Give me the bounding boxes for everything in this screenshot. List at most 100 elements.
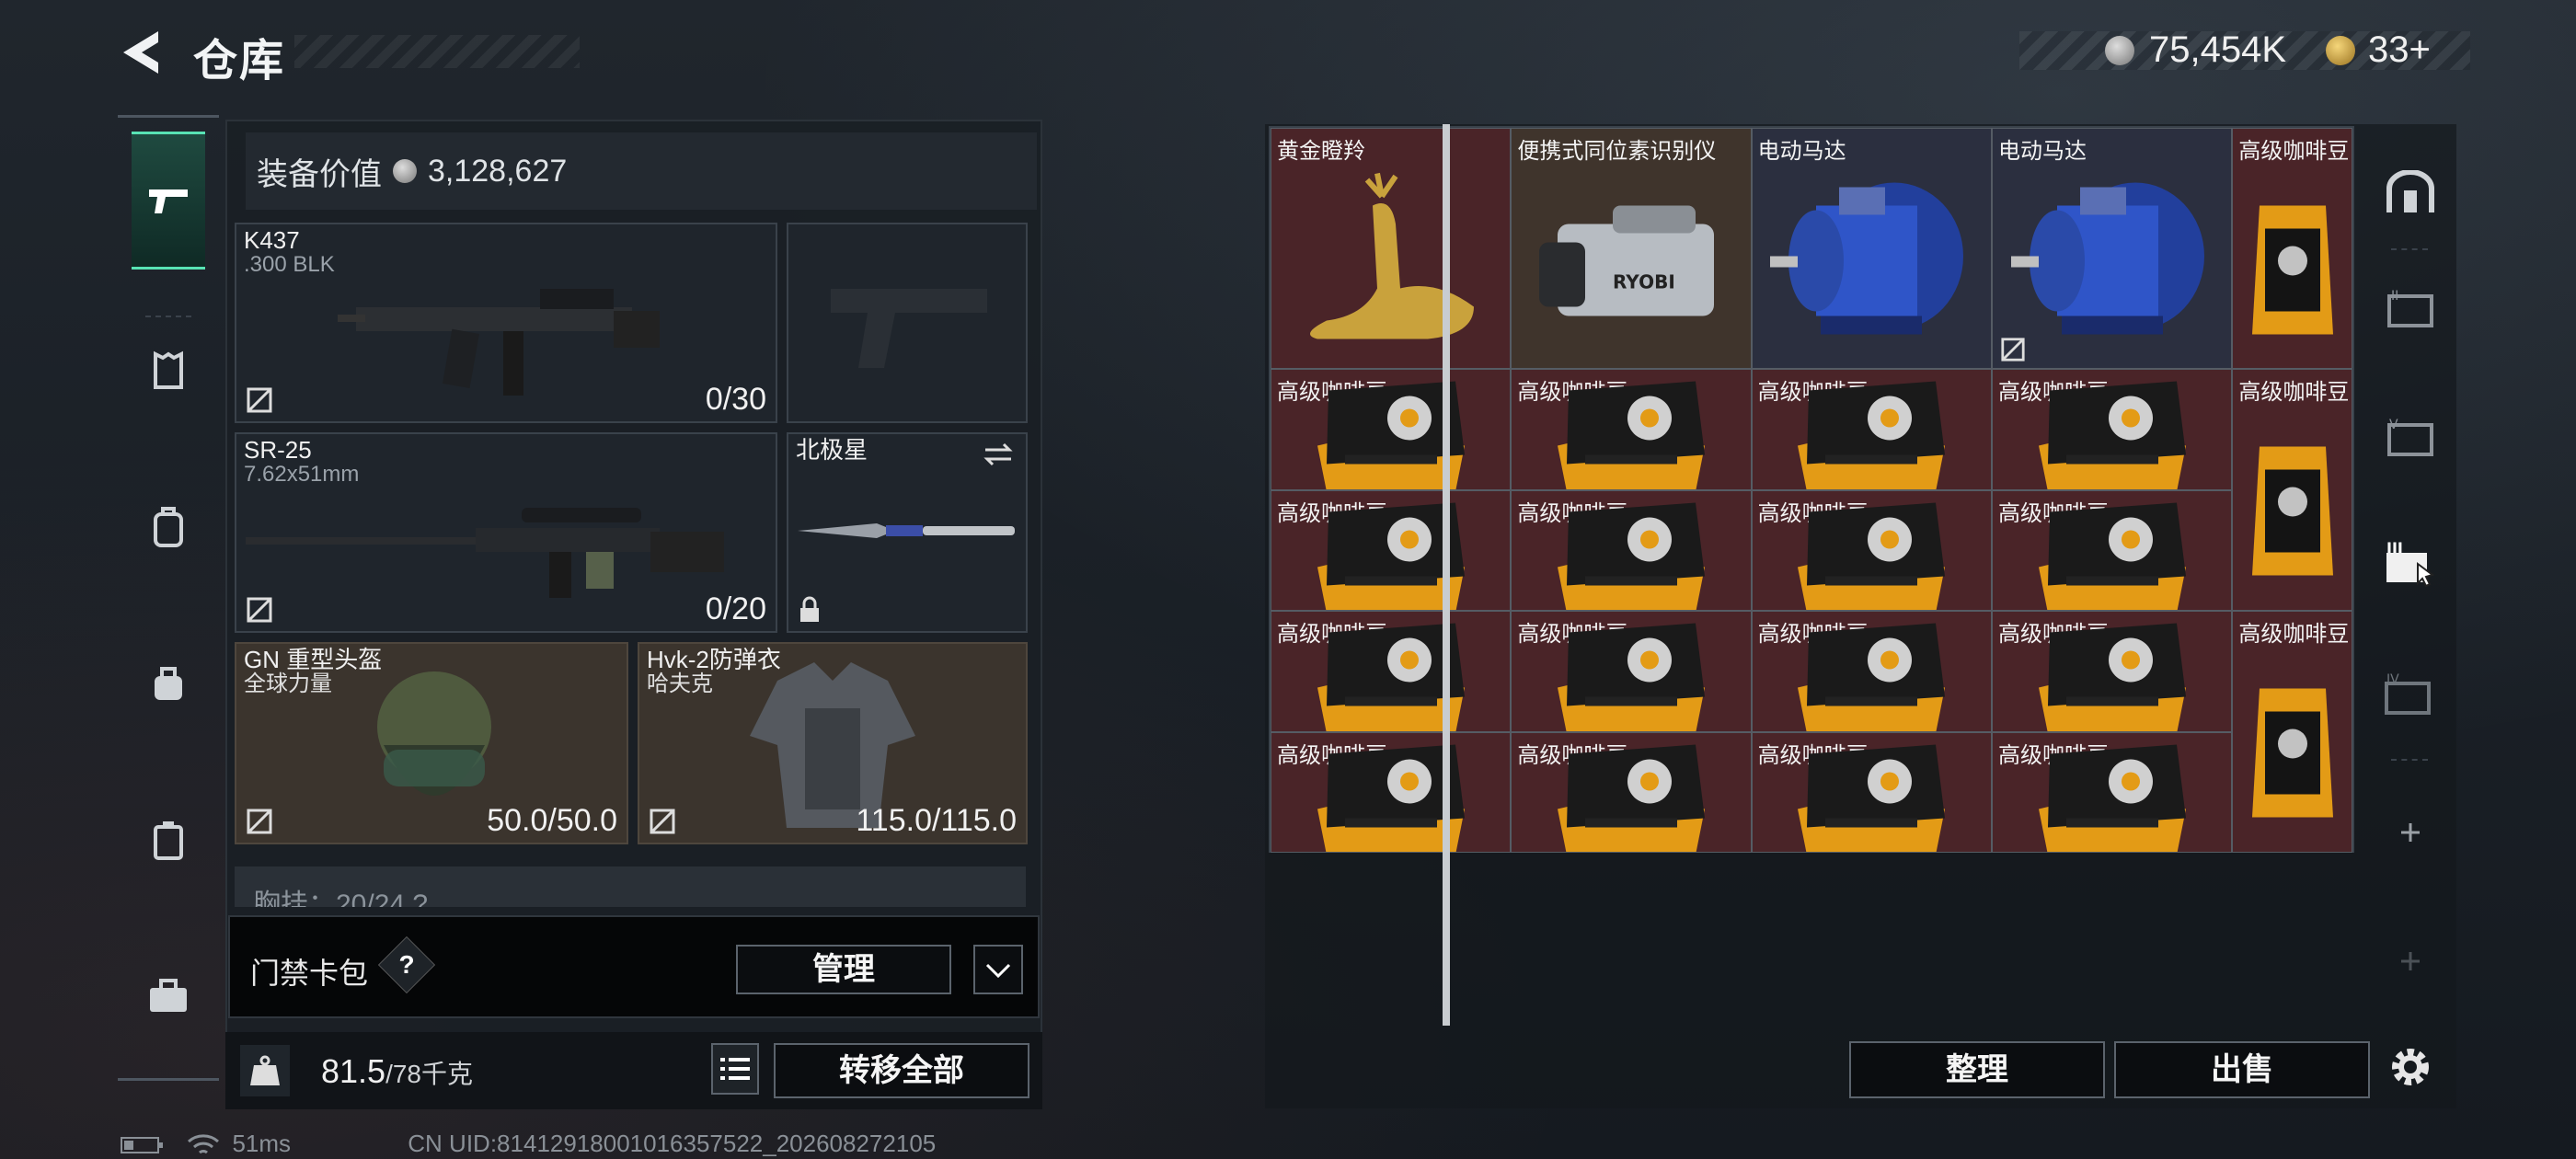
help-icon[interactable]: ? (377, 935, 436, 994)
nav-toolbox[interactable] (132, 927, 205, 1065)
item-image (1290, 168, 1492, 366)
item-image (2030, 493, 2195, 611)
equipment-value: 装备价值 3,128,627 (246, 132, 1037, 210)
item-image (2247, 187, 2339, 348)
item-image (2030, 735, 2195, 853)
transfer-all-button[interactable]: 转移全部 (774, 1043, 1029, 1098)
item-name: 高级咖啡豆 (2238, 139, 2350, 164)
item-name: 便携式同位素识别仪 (1517, 139, 1717, 164)
tab-divider (2391, 248, 2428, 250)
item-image (1548, 614, 1714, 731)
stash-grid: 黄金瞪羚 便携式同位素识别仪 RYOBI 电动马达 电动马达 高级咖啡豆 高级咖啡豆 高级咖啡… (1269, 126, 2354, 853)
back-arrow-icon[interactable] (118, 28, 164, 77)
nav-case[interactable] (132, 771, 205, 909)
melee-slot[interactable]: 北极星 (787, 432, 1028, 633)
stash-item[interactable]: 高级咖啡豆 (1992, 369, 2233, 490)
title-decoration (294, 35, 580, 68)
tab-stash-3[interactable]: III (2378, 520, 2443, 612)
settings-button[interactable] (2378, 1021, 2443, 1113)
toolbox-icon (150, 979, 187, 1012)
stash-item[interactable]: 高级咖啡豆 (1271, 731, 1512, 853)
pistol-slot[interactable] (787, 223, 1028, 423)
manage-button[interactable]: 管理 (736, 945, 951, 994)
stash-item[interactable]: 黄金瞪羚 (1271, 128, 1512, 369)
stash-item[interactable]: 高级咖啡豆 (1751, 611, 1992, 732)
keycase-bar: 门禁卡包 ? 管理 (228, 915, 1040, 1018)
weight-icon (240, 1045, 290, 1096)
case-icon (154, 821, 183, 860)
nav-armor[interactable] (132, 302, 205, 440)
primary-weapon-slot[interactable]: K437 .300 BLK 0/30 (235, 223, 777, 423)
silver-amount: 75,454K (2149, 29, 2287, 70)
nav-weapons[interactable] (132, 132, 205, 270)
armor-slot[interactable]: Hvk-2防弹衣 哈夫克 115.0/115.0 (638, 642, 1028, 844)
weight-max: /78千克 (385, 1060, 474, 1088)
item-image (1788, 614, 1954, 731)
stash-item[interactable]: 高级咖啡豆 (2232, 369, 2352, 611)
tab-stash-5[interactable]: V (2378, 391, 2443, 483)
item-image (1548, 373, 1714, 489)
stash-item[interactable]: 便携式同位素识别仪 RYOBI (1511, 128, 1752, 369)
expand-button[interactable] (973, 945, 1023, 994)
pistol-silhouette-icon (831, 289, 987, 368)
vest-icon (154, 350, 183, 389)
stash-item[interactable]: 高级咖啡豆 (1511, 611, 1752, 732)
sort-button[interactable]: 整理 (1849, 1041, 2105, 1098)
helmet-name: GN 重型头盔 (244, 646, 383, 673)
item-name: 高级咖啡豆 (2238, 380, 2350, 405)
stash-item[interactable]: 高级咖啡豆 (1271, 489, 1512, 611)
item-name: 高级咖啡豆 (2238, 622, 2350, 647)
vault-icon (2386, 170, 2434, 212)
stash-item[interactable]: 高级咖啡豆 (1511, 731, 1752, 853)
help-mark: ? (398, 950, 415, 979)
stash-item[interactable]: 电动马达 (1751, 128, 1992, 369)
item-image (1548, 735, 1714, 853)
box-3-cursor-icon: III (2386, 540, 2435, 588)
stash-item[interactable]: 高级咖啡豆 (1751, 489, 1992, 611)
gold-coin-icon (2326, 36, 2355, 65)
stash-item[interactable]: 高级咖啡豆 (2232, 611, 2352, 853)
nav-pouch[interactable] (132, 614, 205, 752)
add-stash-button[interactable] (2378, 786, 2443, 878)
stash-item[interactable]: 高级咖啡豆 (1992, 731, 2233, 853)
armor-brand: 哈夫克 (647, 671, 713, 696)
add-stash-disabled (2378, 915, 2443, 1007)
status-bar: 51ms CN UID:81412918001016357522_2026082… (120, 1130, 936, 1158)
tab-stash-2[interactable]: II (2378, 262, 2443, 354)
stash-item[interactable]: 高级咖啡豆 (2232, 128, 2352, 369)
tab-stash-main[interactable] (2378, 147, 2443, 239)
tab-stash-4[interactable]: IV (2378, 648, 2443, 740)
swap-icon[interactable] (982, 442, 1015, 467)
chevron-down-icon (985, 963, 1011, 979)
stash-item[interactable]: 高级咖啡豆 (1751, 369, 1992, 490)
no-insure-icon (247, 809, 272, 834)
svg-text:II: II (2391, 289, 2398, 304)
stash-scrollbar[interactable] (1443, 124, 1450, 1026)
left-nav (118, 115, 219, 1081)
gold-amount[interactable]: 33+ (2368, 29, 2431, 71)
item-image (1788, 493, 1954, 611)
weapon-name: K437 (244, 226, 300, 254)
helmet-slot[interactable]: GN 重型头盔 全球力量 50.0/50.0 (235, 642, 628, 844)
stash-item[interactable]: 高级咖啡豆 (1511, 369, 1752, 490)
stash-item[interactable]: 高级咖啡豆 (1992, 489, 2233, 611)
sell-button[interactable]: 出售 (2114, 1041, 2370, 1098)
plus-icon (2401, 823, 2420, 842)
stash-item[interactable]: 高级咖啡豆 (1511, 489, 1752, 611)
scroll-thumb[interactable] (1443, 124, 1450, 1026)
stash-item[interactable]: 高级咖啡豆 (1751, 731, 1992, 853)
stash-item[interactable]: 高级咖啡豆 (1271, 611, 1512, 732)
helmet-durability: 50.0/50.0 (487, 803, 617, 838)
stash-item[interactable]: 高级咖啡豆 (1992, 611, 2233, 732)
stash-item[interactable]: 电动马达 (1992, 128, 2233, 369)
lock-icon (800, 596, 819, 622)
secondary-weapon-slot[interactable]: SR-25 7.62x51mm 0/20 (235, 432, 777, 633)
value-amount: 3,128,627 (428, 153, 568, 189)
list-button[interactable] (711, 1043, 759, 1095)
stash-item[interactable]: 高级咖啡豆 (1271, 369, 1512, 490)
item-name: 电动马达 (1998, 139, 2087, 164)
list-icon (720, 1058, 750, 1080)
nav-backpack[interactable] (132, 458, 205, 596)
chest-rig-row[interactable]: 胸挂：20/24 ? (235, 866, 1026, 907)
helmet-image (377, 671, 491, 796)
